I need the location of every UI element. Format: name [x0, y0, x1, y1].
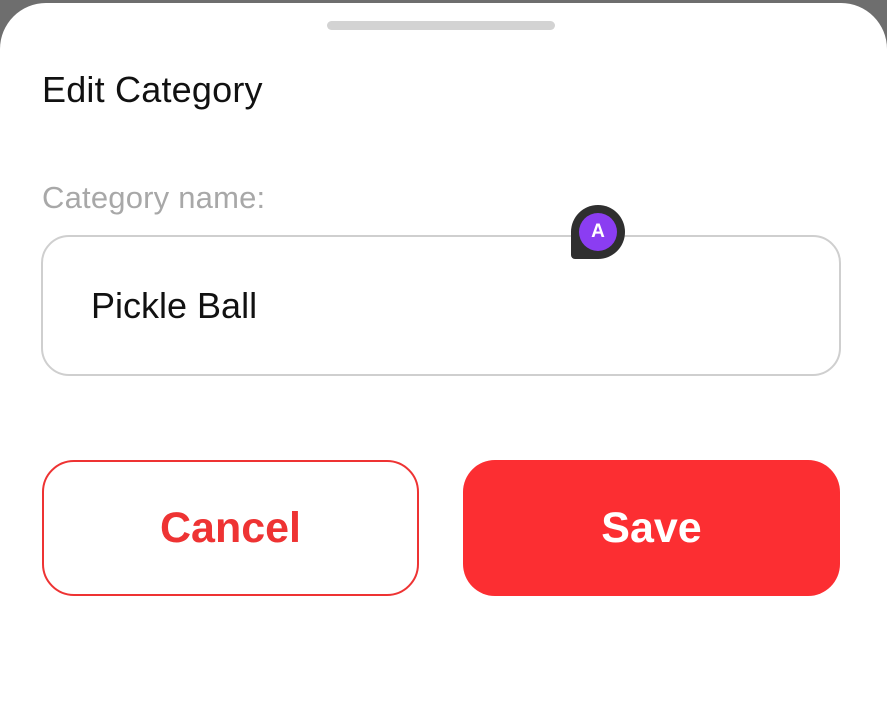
- user-marker: A: [571, 205, 627, 261]
- category-name-input[interactable]: [41, 235, 841, 376]
- drag-handle[interactable]: [327, 21, 555, 30]
- edit-category-sheet: Edit Category Category name: A Cancel Sa…: [0, 3, 887, 723]
- marker-avatar: A: [579, 213, 617, 251]
- cancel-button[interactable]: Cancel: [42, 460, 419, 596]
- dialog-title: Edit Category: [42, 69, 263, 110]
- category-name-label: Category name:: [42, 180, 266, 215]
- save-button[interactable]: Save: [463, 460, 840, 596]
